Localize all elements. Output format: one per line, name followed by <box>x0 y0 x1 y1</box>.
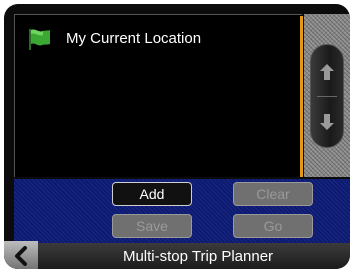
save-button[interactable]: Save <box>112 214 192 238</box>
list-divider <box>300 16 303 177</box>
go-button[interactable]: Go <box>233 214 313 238</box>
footer-bar: Multi-stop Trip Planner <box>4 241 350 269</box>
add-button[interactable]: Add <box>112 182 192 206</box>
scroll-up-button[interactable] <box>311 47 343 97</box>
back-button[interactable] <box>4 241 38 269</box>
arrow-down-icon <box>320 114 334 130</box>
list-item-my-current-location[interactable]: My Current Location <box>15 25 295 53</box>
chevron-left-icon <box>15 246 27 266</box>
list-item-label: My Current Location <box>66 30 202 47</box>
green-flag-icon <box>29 29 50 50</box>
trip-planner-screen: My Current Location Add Clear Save Go Mu… <box>4 4 350 269</box>
action-bar: Add Clear Save Go <box>14 179 350 243</box>
clear-button[interactable]: Clear <box>233 182 313 206</box>
location-list: My Current Location <box>14 14 302 177</box>
arrow-up-icon <box>320 64 334 80</box>
scroll-control <box>310 44 344 148</box>
scroll-down-button[interactable] <box>311 97 343 147</box>
page-title: Multi-stop Trip Planner <box>122 248 274 265</box>
